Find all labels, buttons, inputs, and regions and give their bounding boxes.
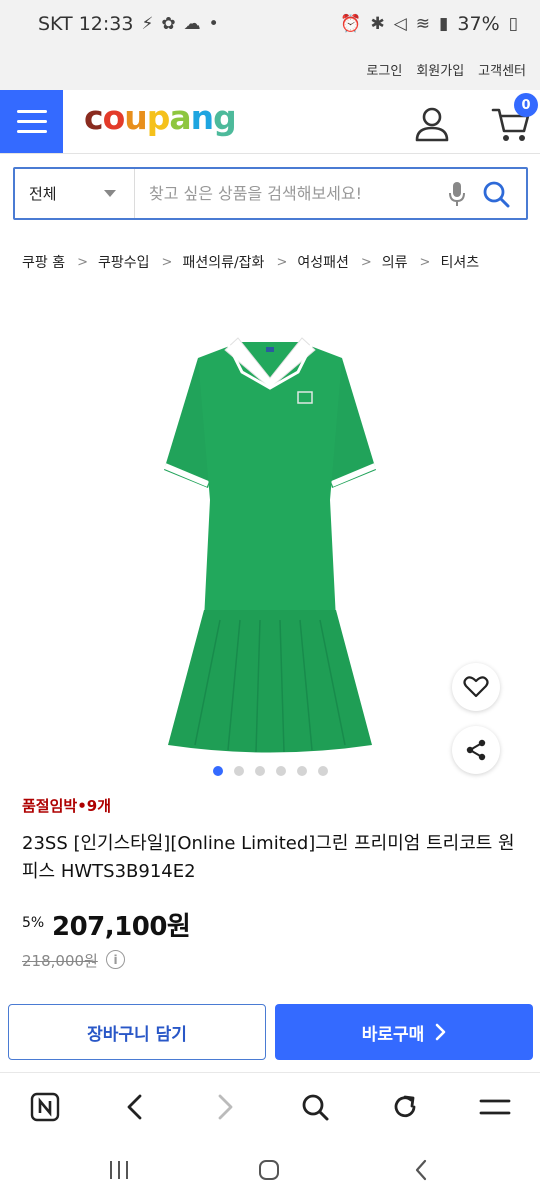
customer-center-link[interactable]: 고객센터 bbox=[478, 60, 526, 79]
chevron-right-icon bbox=[435, 1023, 446, 1041]
search-category-select[interactable]: 전체 bbox=[15, 169, 135, 218]
wifi-icon: ≋ bbox=[415, 14, 431, 34]
pagination-dot[interactable] bbox=[212, 766, 223, 776]
breadcrumb-item[interactable]: 의류 bbox=[382, 252, 408, 272]
breadcrumb-item[interactable]: 티셔츠 bbox=[440, 252, 479, 272]
signup-link[interactable]: 회원가입 bbox=[416, 60, 464, 79]
search-bar: 전체 bbox=[13, 167, 528, 220]
caret-down-icon bbox=[104, 190, 116, 197]
chevron-right-icon: > bbox=[276, 254, 288, 270]
sale-price: 207,100원 bbox=[52, 912, 191, 942]
pagination-dot[interactable] bbox=[317, 766, 328, 776]
more-dot-icon: • bbox=[208, 14, 219, 34]
status-bar: SKT 12:33 ⚡ ✿ ☁ • ⏰ ✱ ◁ ≋ ▮ 37% ▯ bbox=[0, 0, 540, 48]
notification-icon: ✿ bbox=[161, 14, 176, 34]
bolt-icon: ⚡ bbox=[141, 14, 154, 34]
heart-icon bbox=[463, 676, 489, 698]
image-pagination bbox=[0, 766, 540, 776]
share-icon bbox=[466, 739, 486, 761]
system-nav-bar bbox=[0, 1140, 540, 1200]
user-icon[interactable] bbox=[412, 104, 452, 144]
chevron-right-icon: > bbox=[77, 254, 88, 270]
status-carrier-time: SKT 12:33 bbox=[38, 13, 134, 35]
breadcrumb-item[interactable]: 여성패션 bbox=[297, 252, 349, 272]
search-icon[interactable] bbox=[295, 1087, 335, 1127]
buy-now-label: 바로구매 bbox=[361, 1024, 425, 1045]
info-icon[interactable]: i bbox=[106, 950, 125, 969]
original-price: 218,000원 bbox=[22, 952, 98, 970]
breadcrumb-item[interactable]: 패션의류/잡화 bbox=[182, 252, 264, 272]
breadcrumb-item[interactable]: 쿠팡 홈 bbox=[22, 252, 65, 272]
pagination-dot[interactable] bbox=[233, 766, 244, 776]
mute-icon: ◁ bbox=[393, 14, 407, 34]
breadcrumb-item[interactable]: 쿠팡수입 bbox=[98, 252, 150, 272]
reload-icon[interactable] bbox=[385, 1087, 425, 1127]
header: coupang bbox=[0, 90, 540, 154]
top-links: 로그인 회원가입 고객센터 bbox=[0, 48, 540, 90]
buy-now-button[interactable]: 바로구매 bbox=[275, 1004, 533, 1060]
coupang-logo[interactable]: coupang bbox=[84, 98, 237, 137]
chevron-right-icon: > bbox=[161, 254, 173, 270]
breadcrumb: 쿠팡 홈 > 쿠팡수입 > 패션의류/잡화 > 여성패션 > 의류 > 티셔츠 bbox=[22, 252, 479, 272]
cart-count-badge: 0 bbox=[514, 93, 538, 117]
menu-line bbox=[16, 130, 47, 133]
pagination-dot[interactable] bbox=[254, 766, 265, 776]
product-image[interactable] bbox=[150, 320, 390, 765]
add-to-cart-label: 장바구니 담기 bbox=[87, 1024, 187, 1045]
stock-badge: 품절임박•9개 bbox=[22, 797, 112, 815]
wishlist-button[interactable] bbox=[452, 663, 500, 711]
search-category-label: 전체 bbox=[29, 185, 57, 203]
signal-icon: ▮ bbox=[439, 14, 449, 34]
browser-toolbar bbox=[0, 1072, 540, 1140]
forward-icon[interactable] bbox=[205, 1087, 245, 1127]
login-link[interactable]: 로그인 bbox=[366, 60, 402, 79]
chevron-right-icon: > bbox=[360, 254, 372, 270]
battery-icon: ▯ bbox=[508, 14, 518, 34]
alarm-icon: ⏰ bbox=[340, 14, 362, 34]
back-icon[interactable] bbox=[406, 1155, 436, 1185]
menu-icon[interactable] bbox=[475, 1087, 515, 1127]
home-icon[interactable] bbox=[254, 1155, 284, 1185]
add-to-cart-button[interactable]: 장바구니 담기 bbox=[8, 1004, 266, 1060]
product-title: 23SS [인기스타일][Online Limited]그린 프리미엄 트리코트… bbox=[22, 833, 515, 882]
chevron-right-icon: > bbox=[419, 254, 431, 270]
search-input[interactable] bbox=[135, 169, 442, 218]
microphone-icon[interactable] bbox=[442, 179, 472, 209]
pagination-dot[interactable] bbox=[275, 766, 286, 776]
menu-line bbox=[16, 120, 47, 123]
hamburger-menu-button[interactable] bbox=[0, 90, 63, 153]
back-icon[interactable] bbox=[115, 1087, 155, 1127]
discount-rate: 5% bbox=[22, 915, 45, 931]
chat-icon: ☁ bbox=[183, 14, 201, 34]
n-badge-icon[interactable] bbox=[25, 1087, 65, 1127]
search-icon[interactable] bbox=[480, 178, 512, 210]
recents-icon[interactable] bbox=[104, 1155, 134, 1185]
bluetooth-icon: ✱ bbox=[370, 14, 385, 34]
battery-percent: 37% bbox=[457, 13, 500, 35]
pagination-dot[interactable] bbox=[296, 766, 307, 776]
menu-line bbox=[16, 110, 47, 113]
